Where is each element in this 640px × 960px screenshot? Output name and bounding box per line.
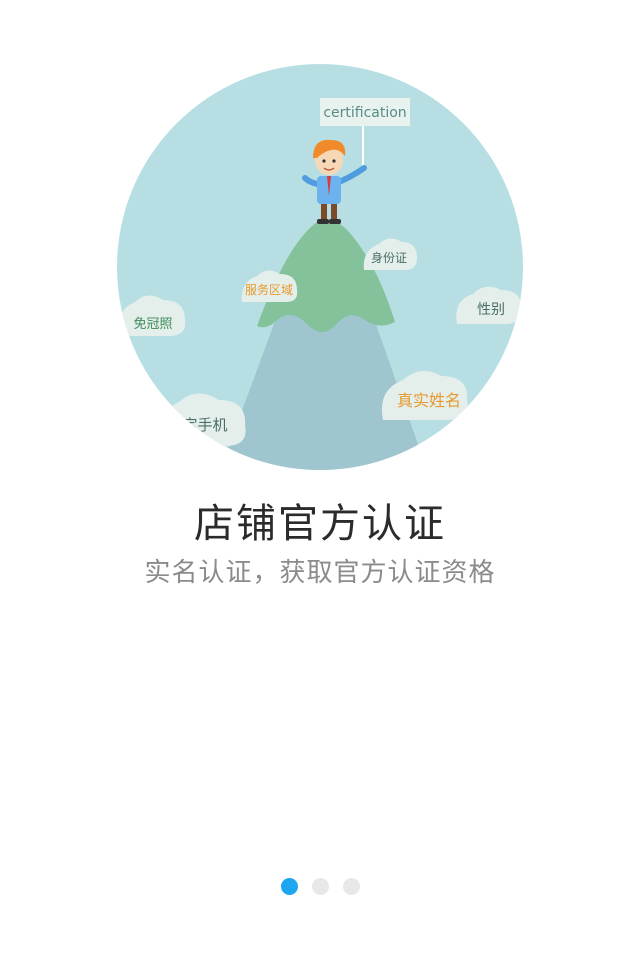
page-dot-1[interactable] [280, 878, 298, 895]
svg-text:免冠照: 免冠照 [133, 317, 172, 332]
onboarding-screen: certification 身份证 服务区域 免冠照 性别 真实姓名 定手机 店… [0, 0, 640, 960]
certification-illustration: certification 身份证 服务区域 免冠照 性别 真实姓名 定手机 [117, 64, 523, 470]
page-title: 店铺官方认证 [194, 501, 446, 547]
pagination-indicator [0, 878, 640, 896]
page-dot-3[interactable] [342, 878, 360, 895]
svg-text:服务区域: 服务区域 [245, 282, 293, 297]
svg-text:性别: 性别 [477, 302, 505, 318]
page-subtitle: 实名认证，获取官方认证资格 [144, 558, 496, 588]
svg-text:身份证: 身份证 [371, 250, 407, 265]
page-dot-2[interactable] [311, 878, 329, 895]
svg-text:真实姓名: 真实姓名 [397, 391, 461, 410]
svg-text:定手机: 定手机 [182, 416, 227, 434]
flag-text: certification [323, 105, 406, 121]
